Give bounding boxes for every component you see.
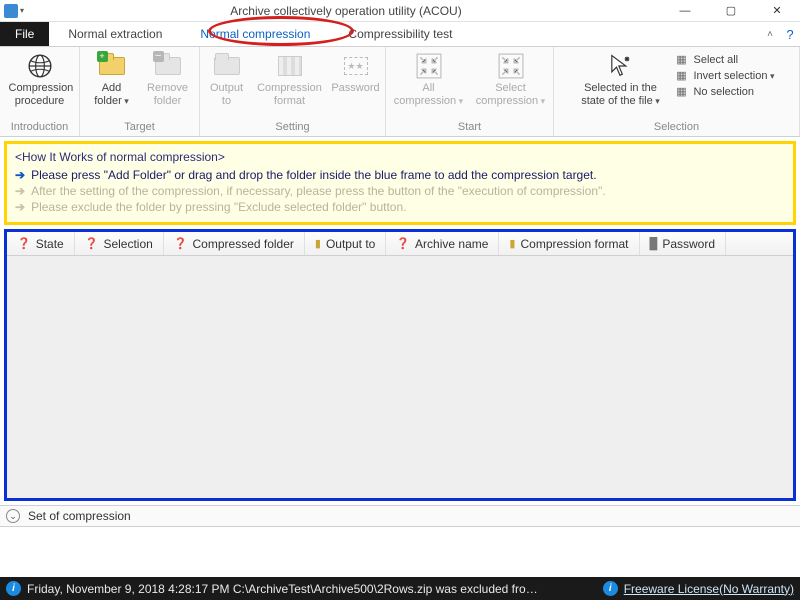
expand-icon[interactable]: ⌄ — [6, 509, 20, 523]
col-state[interactable]: ❓State — [7, 232, 75, 255]
tab-compressibility-test[interactable]: Compressibility test — [329, 22, 471, 46]
license-info-icon: i — [603, 581, 618, 596]
status-bar: i Friday, November 9, 2018 4:28:17 PM C:… — [0, 577, 800, 600]
password-icon: ★★ — [330, 50, 382, 82]
group-setting: Output to Compression format ★★ Password… — [200, 47, 386, 136]
no-selection-button[interactable]: ▦No selection — [674, 85, 774, 98]
how-it-works-step-2: ➔After the setting of the compression, i… — [15, 184, 785, 198]
status-info-icon: i — [6, 581, 21, 596]
arrows-in-icon — [390, 50, 468, 82]
add-folder-icon: + — [86, 50, 138, 82]
status-message: Friday, November 9, 2018 4:28:17 PM C:\A… — [27, 582, 547, 596]
set-of-compression-label: Set of compression — [28, 509, 131, 523]
app-icon — [4, 4, 18, 18]
no-selection-icon: ▦ — [674, 85, 688, 98]
all-compression-button[interactable]: All compression — [388, 50, 470, 107]
output-to-icon — [204, 50, 250, 82]
ribbon: Compression procedure Introduction + Add… — [0, 47, 800, 137]
qat-dropdown-icon[interactable]: ▾ — [20, 6, 24, 15]
grid-header: ❓State ❓Selection ❓Compressed folder ▮Ou… — [7, 232, 793, 256]
minimize-button[interactable]: — — [662, 0, 708, 22]
folder-icon: ▮ — [315, 237, 321, 250]
how-it-works-panel: <How It Works of normal compression> ➔Pl… — [4, 141, 796, 225]
remove-folder-icon: – — [142, 50, 194, 82]
set-of-compression-bar[interactable]: ⌄ Set of compression — [0, 505, 800, 527]
arrows-in-select-icon — [472, 50, 550, 82]
help-icon[interactable]: ? — [780, 22, 800, 46]
selected-in-state-button[interactable]: Selected in the state of the file — [572, 50, 668, 107]
title-bar: ▾ Archive collectively operation utility… — [0, 0, 800, 22]
archive-icon: ▮ — [509, 237, 515, 250]
window-buttons: — ▢ ✕ — [662, 0, 800, 22]
group-label-target: Target — [124, 119, 155, 136]
remove-folder-button[interactable]: – Remove folder — [140, 50, 196, 107]
add-folder-button[interactable]: + Add folder — [84, 50, 140, 107]
group-target: + Add folder – Remove folder Target — [80, 47, 200, 136]
col-compression-format[interactable]: ▮Compression format — [499, 232, 639, 255]
close-button[interactable]: ✕ — [754, 0, 800, 22]
selection-small-buttons: ▦Select all ▦Invert selection ▦No select… — [668, 50, 780, 98]
compression-format-icon — [254, 50, 326, 82]
group-label-setting: Setting — [275, 119, 309, 136]
group-selection: Selected in the state of the file ▦Selec… — [554, 47, 800, 136]
tab-normal-extraction[interactable]: Normal extraction — [49, 22, 181, 46]
group-label-selection: Selection — [654, 119, 699, 136]
how-it-works-header: <How It Works of normal compression> — [15, 150, 785, 164]
arrow-icon: ➔ — [15, 200, 25, 214]
tab-file[interactable]: File — [0, 22, 49, 46]
col-password[interactable]: █Password — [640, 232, 726, 255]
how-it-works-step-1: ➔Please press "Add Folder" or drag and d… — [15, 168, 785, 182]
password-col-icon: █ — [650, 238, 658, 250]
compression-procedure-button[interactable]: Compression procedure — [7, 50, 73, 107]
arrow-icon: ➔ — [15, 168, 25, 182]
tab-strip: File Normal extraction Normal compressio… — [0, 22, 800, 47]
how-it-works-step-3: ➔Please exclude the folder by pressing "… — [15, 200, 785, 214]
window-title: Archive collectively operation utility (… — [30, 4, 662, 18]
col-archive-name[interactable]: ❓Archive name — [386, 232, 499, 255]
select-all-button[interactable]: ▦Select all — [674, 53, 774, 66]
group-start: All compression Select compression Start — [386, 47, 554, 136]
output-to-button[interactable]: Output to — [202, 50, 252, 107]
maximize-button[interactable]: ▢ — [708, 0, 754, 22]
col-compressed-folder[interactable]: ❓Compressed folder — [164, 232, 305, 255]
col-selection[interactable]: ❓Selection — [75, 232, 164, 255]
globe-icon — [9, 50, 71, 82]
tab-normal-compression[interactable]: Normal compression — [181, 22, 329, 46]
ribbon-collapse-icon[interactable]: ˄ — [760, 22, 780, 46]
group-label-start: Start — [458, 119, 481, 136]
select-compression-button[interactable]: Select compression — [470, 50, 552, 107]
select-all-icon: ▦ — [674, 53, 688, 66]
license-link[interactable]: Freeware License(No Warranty) — [624, 582, 794, 596]
compression-format-button[interactable]: Compression format — [252, 50, 328, 107]
invert-selection-button[interactable]: ▦Invert selection — [674, 69, 774, 82]
group-introduction: Compression procedure Introduction — [0, 47, 80, 136]
info-icon: ❓ — [174, 237, 188, 250]
group-label-introduction: Introduction — [11, 119, 68, 136]
info-icon: ❓ — [17, 237, 31, 250]
quick-access-toolbar: ▾ — [0, 4, 30, 18]
cursor-star-icon — [574, 50, 666, 82]
compression-target-grid[interactable]: ❓State ❓Selection ❓Compressed folder ▮Ou… — [4, 229, 796, 501]
info-icon: ❓ — [396, 237, 410, 250]
grid-body-empty[interactable] — [7, 256, 793, 498]
invert-selection-icon: ▦ — [674, 69, 688, 82]
arrow-icon: ➔ — [15, 184, 25, 198]
info-icon: ❓ — [85, 237, 99, 250]
col-output-to[interactable]: ▮Output to — [305, 232, 386, 255]
password-button[interactable]: ★★ Password — [328, 50, 384, 95]
